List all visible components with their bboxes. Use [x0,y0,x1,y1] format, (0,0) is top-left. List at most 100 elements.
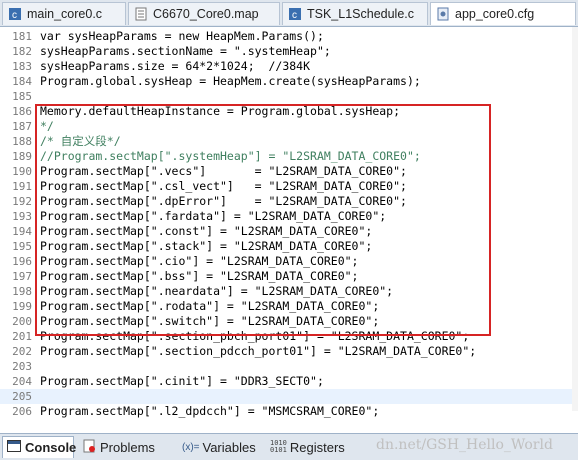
line-number: 183 [12,60,32,73]
code-text: Program.sectMap[".bss"] = "L2SRAM_DATA_C… [40,269,359,283]
code-line[interactable]: 184 Program.global.sysHeap = HeapMem.crea… [0,74,578,89]
code-text: Program.sectMap[".rodata"] = "L2SRAM_DAT… [40,299,380,313]
line-number: 186 [12,105,32,118]
code-line[interactable]: 185 [0,89,578,104]
tab-variables[interactable]: (x)= Variables [178,436,264,458]
tab-app-core0-cfg[interactable]: app_core0.cfg [430,2,576,25]
cfg-file-icon [436,7,450,21]
watermark: dn.net/GSH_Hello_World [376,437,553,453]
line-number: 199 [12,300,32,313]
line-number: 205 [12,390,32,403]
line-number: 184 [12,75,32,88]
svg-text:c: c [292,10,297,21]
line-number: 195 [12,240,32,253]
registers-icon: 1010 0101 [270,439,287,454]
line-number: 196 [12,255,32,268]
code-line[interactable]: 192 Program.sectMap[".dpError"] = "L2SRAM… [0,194,578,209]
code-editor[interactable]: 181 var sysHeapParams = new HeapMem.Param… [0,27,578,418]
code-line[interactable]: 182 sysHeapParams.sectionName = ".systemH… [0,44,578,59]
problems-icon [82,439,96,456]
code-text: */ [40,119,54,133]
line-number: 190 [12,165,32,178]
code-line[interactable]: 201 Program.sectMap[".section_pbch_port01… [0,329,578,344]
code-line[interactable]: 190 Program.sectMap[".vecs"] = "L2SRAM_DA… [0,164,578,179]
code-line[interactable]: 195 Program.sectMap[".stack"] = "L2SRAM_D… [0,239,578,254]
tab-label: C6670_Core0.map [153,7,259,21]
code-line[interactable]: 194 Program.sectMap[".const"] = "L2SRAM_D… [0,224,578,239]
code-line[interactable]: 187 */ [0,119,578,134]
tab-label: Console [25,440,77,455]
tab-label: main_core0.c [27,7,103,21]
code-line[interactable]: 196 Program.sectMap[".cio"] = "L2SRAM_DAT… [0,254,578,269]
code-text: var sysHeapParams = new HeapMem.Params()… [40,29,324,43]
code-text: Program.global.sysHeap = HeapMem.create(… [40,74,421,88]
code-text: Memory.defaultHeapInstance = Program.glo… [40,104,401,118]
tab-registers[interactable]: 1010 0101 Registers [266,436,362,458]
line-number: 181 [12,30,32,43]
code-line[interactable]: 181 var sysHeapParams = new HeapMem.Param… [0,29,578,44]
code-text: //Program.sectMap[".systemHeap"] = "L2SR… [40,149,421,163]
code-line[interactable]: 197 Program.sectMap[".bss"] = "L2SRAM_DAT… [0,269,578,284]
code-text: Program.sectMap[".l2_dpdcch"] = "MSMCSRA… [40,404,380,418]
tab-console[interactable]: Console [2,436,77,458]
tab-label: TSK_L1Schedule.c [307,7,415,21]
code-line[interactable]: 191 Program.sectMap[".csl_vect"] = "L2SRA… [0,179,578,194]
code-line[interactable]: 202 Program.sectMap[".section_pdcch_port0… [0,344,578,359]
code-text: sysHeapParams.size = 64*2*1024; //384K [40,59,311,73]
tab-label: app_core0.cfg [455,7,535,21]
line-number: 206 [12,405,32,418]
code-text: Program.sectMap[".section_pbch_port01"] … [40,329,470,343]
code-line[interactable]: 193 Program.sectMap[".fardata"] = "L2SRAM… [0,209,578,224]
code-line[interactable]: 203 [0,359,578,374]
line-number: 198 [12,285,32,298]
code-text: Program.sectMap[".stack"] = "L2SRAM_DATA… [40,239,373,253]
line-number: 203 [12,360,32,373]
code-text: Program.sectMap[".fardata"] = "L2SRAM_DA… [40,209,387,223]
code-text: Program.sectMap[".cio"] = "L2SRAM_DATA_C… [40,254,359,268]
code-line[interactable]: 206 Program.sectMap[".l2_dpdcch"] = "MSMC… [0,404,578,419]
tab-problems[interactable]: Problems [78,436,174,458]
variables-icon: (x)= [182,441,200,453]
tab-tsk-l1schedule[interactable]: c TSK_L1Schedule.c [282,2,428,25]
console-output-strip [0,460,578,467]
code-line[interactable]: 183 sysHeapParams.size = 64*2*1024; //384… [0,59,578,74]
code-line[interactable]: 204 Program.sectMap[".cinit"] = "DDR3_SEC… [0,374,578,389]
code-text: Program.sectMap[".neardata"] = "L2SRAM_D… [40,284,394,298]
code-text: Program.sectMap[".section_pdcch_port01"]… [40,344,477,358]
vertical-scrollbar[interactable] [572,27,578,411]
text-file-icon [134,7,148,21]
line-number: 194 [12,225,32,238]
code-text: Program.sectMap[".switch"] = "L2SRAM_DAT… [40,314,380,328]
line-number: 193 [12,210,32,223]
tab-label: Problems [100,439,155,455]
line-number: 197 [12,270,32,283]
code-line[interactable]: 200 Program.sectMap[".switch"] = "L2SRAM_… [0,314,578,329]
line-number: 192 [12,195,32,208]
code-line[interactable]: 205 [0,389,578,404]
code-text: Program.sectMap[".csl_vect"] = "L2SRAM_D… [40,179,407,193]
code-text: Program.sectMap[".vecs"] = "L2SRAM_DATA_… [40,164,407,178]
line-number: 182 [12,45,32,58]
line-number: 191 [12,180,32,193]
line-number: 202 [12,345,32,358]
editor-tab-bar: c main_core0.c C6670_Core0.map c TSK_L1S… [0,0,578,27]
c-file-icon: c [8,7,22,21]
line-number: 187 [12,120,32,133]
code-text: sysHeapParams.sectionName = ".systemHeap… [40,44,331,58]
line-number: 189 [12,150,32,163]
code-line[interactable]: 186 Memory.defaultHeapInstance = Program.… [0,104,578,119]
c-file-icon: c [288,7,302,21]
line-number: 201 [12,330,32,343]
tab-main-core0[interactable]: c main_core0.c [2,2,126,25]
code-line[interactable]: 189 //Program.sectMap[".systemHeap"] = "L… [0,149,578,164]
code-text: Program.sectMap[".cinit"] = "DDR3_SECT0"… [40,374,324,388]
code-line[interactable]: 188 /* 自定义段*/ [0,134,578,149]
code-text: /* 自定义段*/ [40,134,121,148]
code-line[interactable]: 198 Program.sectMap[".neardata"] = "L2SRA… [0,284,578,299]
tab-c6670-map[interactable]: C6670_Core0.map [128,2,280,25]
code-text: Program.sectMap[".dpError"] = "L2SRAM_DA… [40,194,407,208]
line-number: 185 [12,90,32,103]
code-line[interactable]: 199 Program.sectMap[".rodata"] = "L2SRAM_… [0,299,578,314]
line-number: 188 [12,135,32,148]
line-number: 200 [12,315,32,328]
